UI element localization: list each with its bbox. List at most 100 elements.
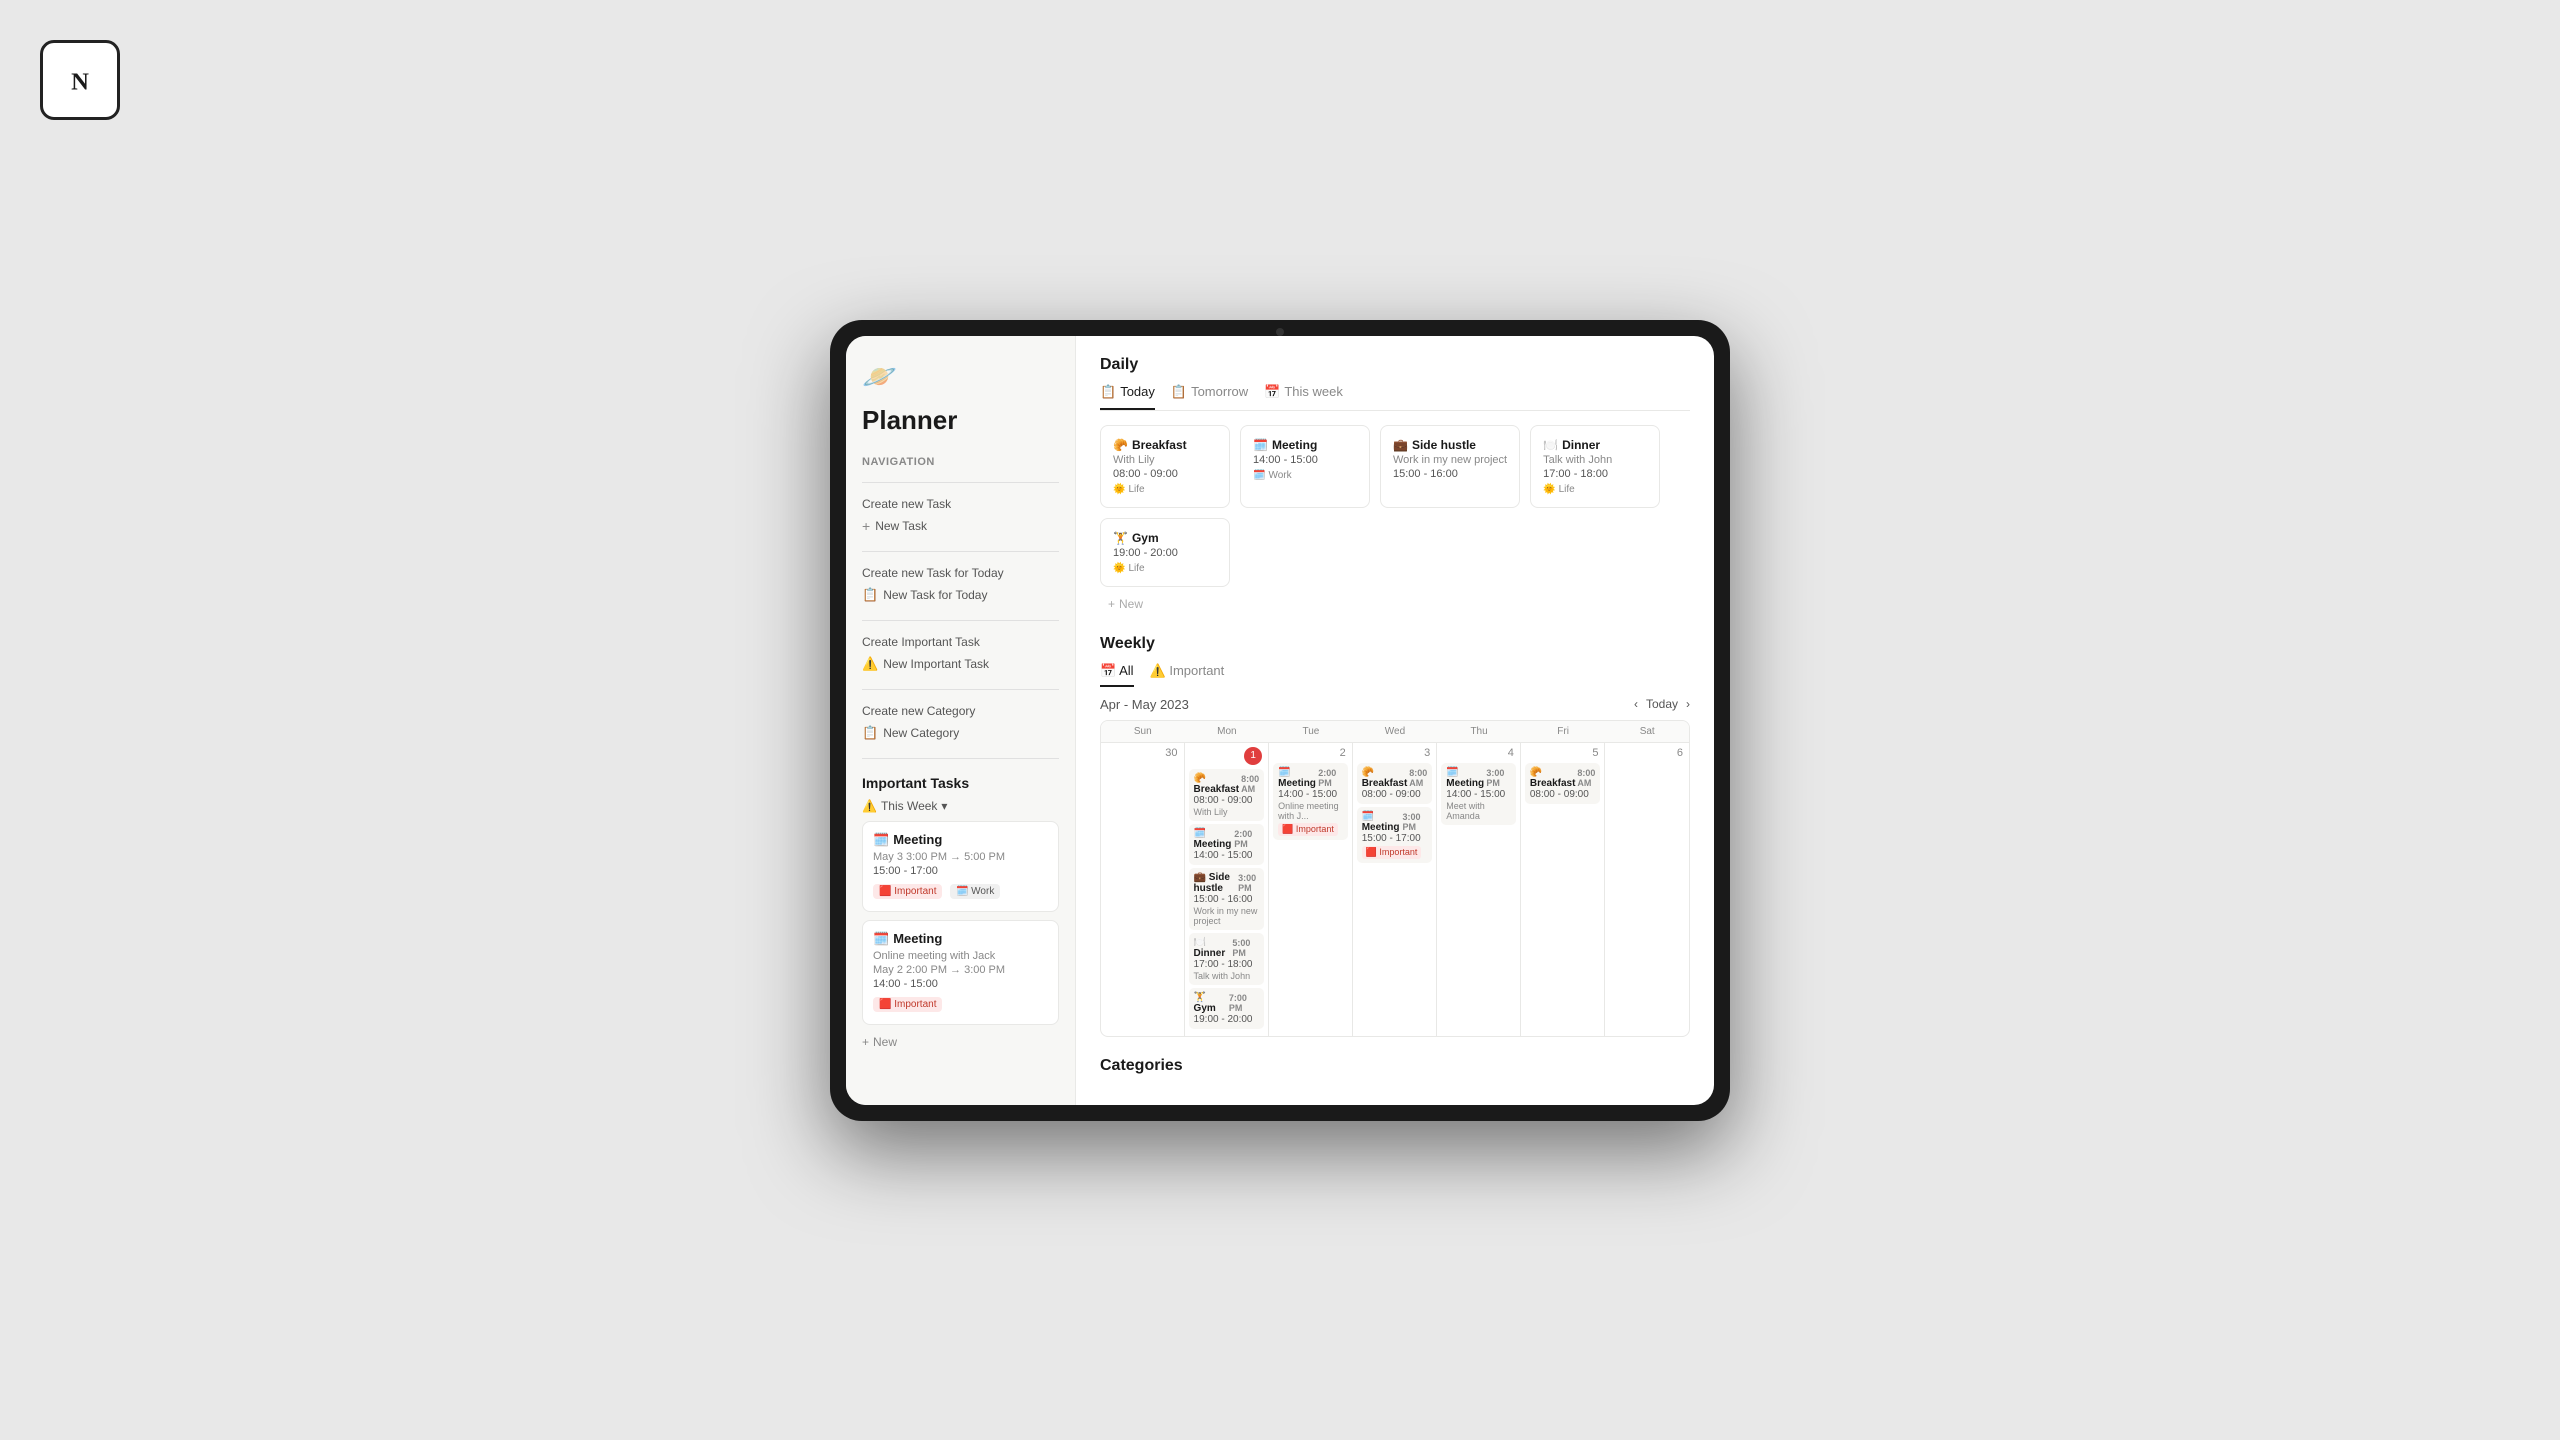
task-2-sub: Online meeting with Jack	[873, 950, 1048, 962]
warning-icon: ⚠️	[862, 656, 878, 672]
breakfast-icon: 🥐	[1113, 438, 1128, 452]
plus-icon: +	[862, 518, 870, 534]
weekly-section-title: Weekly	[1100, 635, 1690, 653]
camera-dot	[1276, 328, 1284, 336]
important-task-card-2[interactable]: 🗓️ Meeting Online meeting with Jack May …	[862, 920, 1059, 1025]
gym-time: 19:00 - 20:00	[1113, 547, 1217, 559]
warning-icon-2: ⚠️	[862, 799, 877, 813]
life-icon: 🌞	[1113, 484, 1125, 495]
side-hustle-icon: 💼	[1393, 438, 1408, 452]
weekly-tab-all[interactable]: 📅 All	[1100, 663, 1134, 687]
tab-this-week[interactable]: 📅 This week	[1264, 384, 1343, 410]
day-number-2: 2	[1273, 747, 1348, 759]
week-event-thu-meeting-time: 14:00 - 15:00	[1446, 789, 1511, 800]
daily-section-title: Daily	[1100, 356, 1690, 374]
week-event-mon-dinner[interactable]: 🍽️ Dinner 5:00 PM 17:00 - 18:00 Talk wit…	[1189, 933, 1265, 985]
create-task-label: Create new Task	[862, 497, 1059, 511]
week-event-mon-meeting-time: 14:00 - 15:00	[1194, 850, 1260, 861]
week-event-thu-meeting[interactable]: 🗓️ Meeting 3:00 PM 14:00 - 15:00 Meet wi…	[1441, 763, 1516, 825]
day-header-thu: Thu	[1437, 721, 1521, 743]
daily-card-meeting[interactable]: 🗓️ Meeting 14:00 - 15:00 🗓️ Work	[1240, 425, 1370, 508]
create-important-task-label: Create Important Task	[862, 635, 1059, 649]
day-header-sun: Sun	[1101, 721, 1185, 743]
week-event-tue-important-tag: 🟥 Important	[1278, 823, 1338, 836]
daily-card-side-hustle[interactable]: 💼 Side hustle Work in my new project 15:…	[1380, 425, 1520, 508]
weekly-important-label: Important	[1169, 663, 1224, 678]
svg-text:N: N	[71, 69, 89, 96]
week-event-mon-sh-sub: Work in my new project	[1194, 906, 1260, 926]
navigation-label: Navigation	[862, 456, 1059, 468]
week-event-mon-meeting-title: 🗓️ Meeting 2:00 PM	[1194, 828, 1260, 850]
side-hustle-title: 💼 Side hustle	[1393, 438, 1507, 452]
week-event-fri-breakfast[interactable]: 🥐 Breakfast 8:00 AM 08:00 - 09:00	[1525, 763, 1601, 804]
sidebar-new-button[interactable]: + New	[862, 1033, 1059, 1051]
weekly-prev-icon[interactable]: ‹	[1634, 697, 1638, 711]
today-badge: 1	[1244, 747, 1262, 765]
nav-divider-5	[862, 758, 1059, 759]
tab-tomorrow-icon: 📋	[1171, 384, 1187, 400]
tab-today-label: Today	[1120, 384, 1155, 399]
week-event-mon-gym[interactable]: 🏋️ Gym 7:00 PM 19:00 - 20:00	[1189, 988, 1265, 1029]
week-event-mon-sh-title: 💼 Side hustle 3:00 PM	[1194, 872, 1260, 894]
new-important-task-button[interactable]: ⚠️ New Important Task	[862, 653, 989, 675]
day-number-3: 3	[1357, 747, 1433, 759]
nav-divider-4	[862, 689, 1059, 690]
weekly-today-btn[interactable]: Today	[1646, 697, 1678, 711]
work-icon: 🗓️	[1253, 470, 1265, 481]
week-event-fri-breakfast-timelabel: 8:00 AM	[1577, 768, 1595, 788]
create-task-today-label: Create new Task for Today	[862, 566, 1059, 580]
day-number-5: 5	[1525, 747, 1601, 759]
breakfast-tag: 🌞 Life	[1113, 484, 1217, 495]
week-event-mon-dinner-sub: Talk with John	[1194, 971, 1260, 981]
week-event-mon-dinner-time: 17:00 - 18:00	[1194, 959, 1260, 970]
new-category-button[interactable]: 📋 New Category	[862, 722, 959, 744]
task-1-important-tag: 🟥 Important	[873, 884, 942, 899]
create-task-today-section: Create new Task for Today 📋 New Task for…	[862, 566, 1059, 606]
tab-tomorrow[interactable]: 📋 Tomorrow	[1171, 384, 1248, 410]
week-event-mon-dinner-title: 🍽️ Dinner 5:00 PM	[1194, 937, 1260, 959]
weekly-header: Apr - May 2023 ‹ Today ›	[1100, 697, 1690, 712]
this-week-label[interactable]: ⚠️ This Week ▾	[862, 799, 1059, 813]
week-event-mon-breakfast-sub: With Lily	[1194, 807, 1260, 817]
important-task-card-1[interactable]: 🗓️ Meeting May 3 3:00 PM → 5:00 PM 15:00…	[862, 821, 1059, 912]
daily-new-button[interactable]: + New	[1100, 593, 1690, 615]
new-task-label: New Task	[875, 519, 927, 533]
tablet-frame: 🪐 Planner Navigation Create new Task + N…	[830, 320, 1730, 1121]
tab-today-icon: 📋	[1100, 384, 1116, 400]
gym-icon: 🏋️	[1113, 531, 1128, 545]
week-event-wed-breakfast-time: 08:00 - 09:00	[1362, 789, 1428, 800]
new-task-today-button[interactable]: 📋 New Task for Today	[862, 584, 987, 606]
gym-title: 🏋️ Gym	[1113, 531, 1217, 545]
tab-this-week-label: This week	[1284, 384, 1343, 399]
daily-card-breakfast[interactable]: 🥐 Breakfast With Lily 08:00 - 09:00 🌞 Li…	[1100, 425, 1230, 508]
weekly-tab-important[interactable]: ⚠️ Important	[1150, 663, 1225, 687]
chevron-down-icon: ▾	[941, 799, 947, 813]
week-event-mon-meeting[interactable]: 🗓️ Meeting 2:00 PM 14:00 - 15:00	[1189, 824, 1265, 865]
calendar-icon: 📋	[862, 587, 878, 603]
week-event-wed-meeting[interactable]: 🗓️ Meeting 3:00 PM 15:00 - 17:00 🟥 Impor…	[1357, 807, 1433, 863]
dinner-time: 17:00 - 18:00	[1543, 468, 1647, 480]
new-task-button[interactable]: + New Task	[862, 515, 927, 537]
weekly-next-icon[interactable]: ›	[1686, 697, 1690, 711]
dinner-tag: 🌞 Life	[1543, 484, 1647, 495]
week-event-mon-breakfast-title: 🥐 Breakfast 8:00 AM	[1194, 773, 1260, 795]
weekly-all-icon: 📅	[1100, 663, 1116, 678]
week-event-wed-breakfast[interactable]: 🥐 Breakfast 8:00 AM 08:00 - 09:00	[1357, 763, 1433, 804]
daily-card-dinner[interactable]: 🍽️ Dinner Talk with John 17:00 - 18:00 🌞…	[1530, 425, 1660, 508]
daily-card-gym[interactable]: 🏋️ Gym 19:00 - 20:00 🌞 Life	[1100, 518, 1230, 587]
week-event-fri-breakfast-title: 🥐 Breakfast 8:00 AM	[1530, 767, 1596, 789]
week-event-mon-meeting-timelabel: 2:00 PM	[1234, 829, 1259, 849]
new-important-task-label: New Important Task	[883, 657, 989, 671]
week-event-tue-meeting[interactable]: 🗓️ Meeting 2:00 PM 14:00 - 15:00 Online …	[1273, 763, 1348, 840]
gym-life-icon: 🌞	[1113, 563, 1125, 574]
week-event-mon-breakfast[interactable]: 🥐 Breakfast 8:00 AM 08:00 - 09:00 With L…	[1189, 769, 1265, 821]
side-hustle-time: 15:00 - 16:00	[1393, 468, 1507, 480]
dinner-sub: Talk with John	[1543, 454, 1647, 466]
weekly-grid: Sun Mon Tue Wed Thu Fri Sat 30 1	[1100, 720, 1690, 1037]
meeting-daily-tag: 🗓️ Work	[1253, 470, 1357, 481]
tab-today[interactable]: 📋 Today	[1100, 384, 1155, 410]
week-event-thu-meeting-timelabel: 3:00 PM	[1486, 768, 1510, 788]
week-event-mon-side-hustle[interactable]: 💼 Side hustle 3:00 PM 15:00 - 16:00 Work…	[1189, 868, 1265, 930]
week-event-wed-breakfast-title: 🥐 Breakfast 8:00 AM	[1362, 767, 1428, 789]
weekly-all-label: All	[1119, 663, 1133, 678]
